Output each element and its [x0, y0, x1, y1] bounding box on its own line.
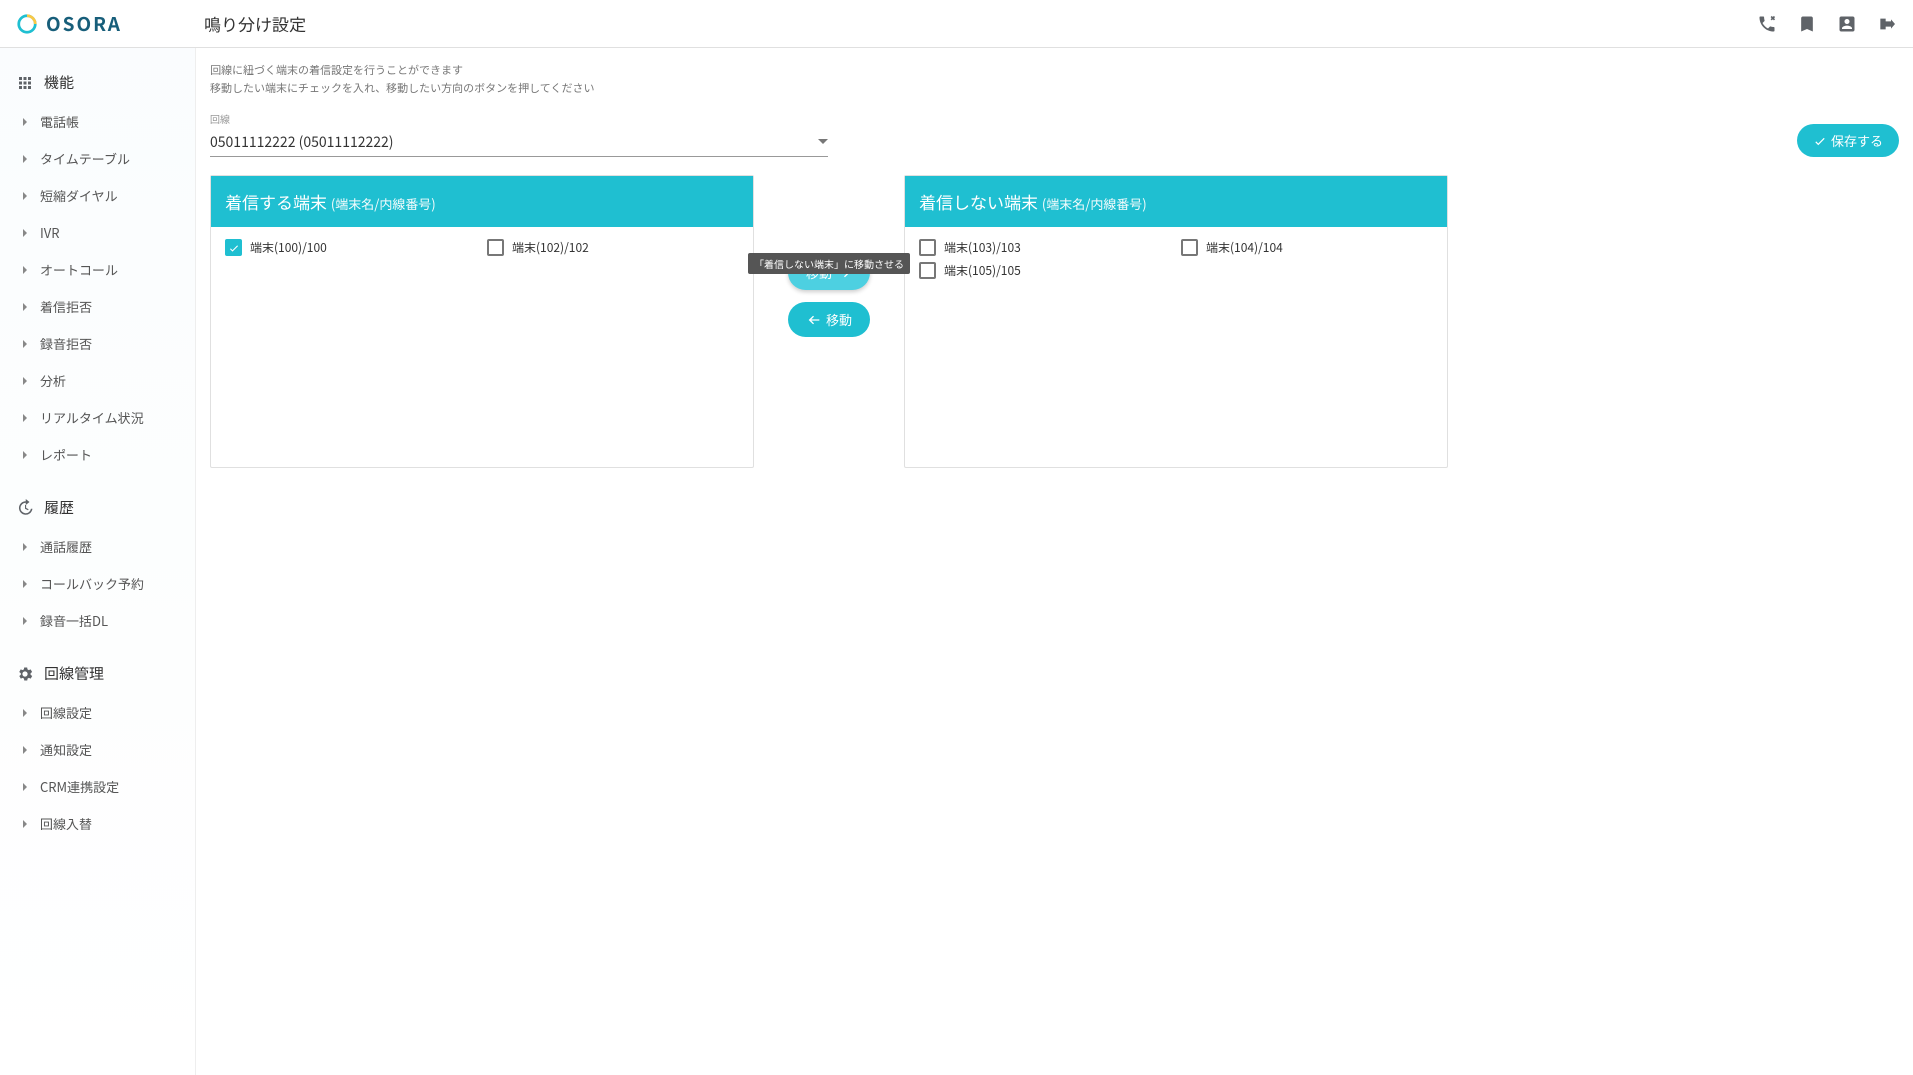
- page-title: 鳴り分け設定: [204, 11, 306, 36]
- sidebar-history-item-2[interactable]: 録音一括DL: [0, 602, 195, 639]
- noreceive-item-0[interactable]: 端末(103)/103: [919, 239, 1171, 256]
- sidebar-line-item-1[interactable]: 通知設定: [0, 731, 195, 768]
- chevron-right-icon: [20, 745, 30, 755]
- checkbox[interactable]: [1181, 239, 1198, 256]
- arrow-left-icon: [806, 312, 822, 328]
- chevron-right-icon: [20, 819, 30, 829]
- history-icon: [16, 499, 34, 517]
- sidebar-features-item-9[interactable]: レポート: [0, 436, 195, 473]
- tooltip-move-right: 「着信しない端末」に移動させる: [748, 253, 910, 274]
- sidebar-section-features: 機能: [0, 62, 195, 103]
- chevron-right-icon: [20, 782, 30, 792]
- logout-icon[interactable]: [1877, 14, 1897, 34]
- sidebar-features-item-3[interactable]: IVR: [0, 214, 195, 251]
- line-select[interactable]: 05011112222 (05011112222): [210, 128, 828, 157]
- checkbox-label: 端末(102)/102: [512, 239, 589, 256]
- noreceive-item-2[interactable]: 端末(105)/105: [919, 262, 1171, 279]
- checkbox[interactable]: [919, 239, 936, 256]
- checkbox[interactable]: [919, 262, 936, 279]
- chevron-right-icon: [20, 339, 30, 349]
- logo[interactable]: OSORA: [16, 10, 196, 37]
- line-label: 回線: [210, 111, 828, 126]
- panel-receive-header: 着信する端末 (端末名/内線番号): [211, 176, 753, 227]
- chevron-right-icon: [20, 302, 30, 312]
- account-icon[interactable]: [1837, 14, 1857, 34]
- caret-down-icon: [818, 137, 828, 147]
- checkbox-label: 端末(104)/104: [1206, 239, 1283, 256]
- noreceive-item-1[interactable]: 端末(104)/104: [1181, 239, 1433, 256]
- apps-icon: [16, 74, 34, 92]
- panel-receive: 着信する端末 (端末名/内線番号) 端末(100)/100 端末(102)/102: [210, 175, 754, 468]
- sidebar-features-item-5[interactable]: 着信拒否: [0, 288, 195, 325]
- chevron-right-icon: [20, 376, 30, 386]
- sidebar-line-item-2[interactable]: CRM連携設定: [0, 768, 195, 805]
- sidebar-section-line: 回線管理: [0, 653, 195, 694]
- phone-settings-icon[interactable]: [1757, 14, 1777, 34]
- checkbox[interactable]: [225, 239, 242, 256]
- sidebar-features-item-1[interactable]: タイムテーブル: [0, 140, 195, 177]
- chevron-right-icon: [20, 616, 30, 626]
- chevron-right-icon: [20, 191, 30, 201]
- chevron-right-icon: [20, 579, 30, 589]
- panel-noreceive: 着信しない端末 (端末名/内線番号) 端末(103)/103 端末(104)/10…: [904, 175, 1448, 468]
- chevron-right-icon: [20, 117, 30, 127]
- receive-item-0[interactable]: 端末(100)/100: [225, 239, 477, 256]
- bookmark-icon[interactable]: [1797, 14, 1817, 34]
- checkbox-label: 端末(100)/100: [250, 239, 327, 256]
- sidebar-features-item-7[interactable]: 分析: [0, 362, 195, 399]
- sidebar-line-item-3[interactable]: 回線入替: [0, 805, 195, 842]
- move-controls: 「着信しない端末」に移動させる 移動 移動: [754, 175, 904, 337]
- checkbox[interactable]: [487, 239, 504, 256]
- sidebar-features-item-2[interactable]: 短縮ダイヤル: [0, 177, 195, 214]
- sidebar-history-item-1[interactable]: コールバック予約: [0, 565, 195, 602]
- panel-noreceive-header: 着信しない端末 (端末名/内線番号): [905, 176, 1447, 227]
- chevron-right-icon: [20, 413, 30, 423]
- receive-item-1[interactable]: 端末(102)/102: [487, 239, 739, 256]
- sidebar-features-item-6[interactable]: 録音拒否: [0, 325, 195, 362]
- move-left-button[interactable]: 移動: [788, 302, 870, 337]
- checkbox-label: 端末(105)/105: [944, 262, 1021, 279]
- chevron-right-icon: [20, 450, 30, 460]
- sidebar-features-item-4[interactable]: オートコール: [0, 251, 195, 288]
- app-header: OSORA 鳴り分け設定: [0, 0, 1913, 48]
- save-button[interactable]: 保存する: [1797, 124, 1899, 157]
- chevron-right-icon: [20, 228, 30, 238]
- sidebar-line-item-0[interactable]: 回線設定: [0, 694, 195, 731]
- sidebar-features-item-0[interactable]: 電話帳: [0, 103, 195, 140]
- chevron-right-icon: [20, 154, 30, 164]
- logo-icon: [16, 13, 38, 35]
- sidebar-features-item-8[interactable]: リアルタイム状況: [0, 399, 195, 436]
- sidebar-history-item-0[interactable]: 通話履歴: [0, 528, 195, 565]
- sidebar: 機能 電話帳タイムテーブル短縮ダイヤルIVRオートコール着信拒否録音拒否分析リア…: [0, 48, 196, 1075]
- line-value: 05011112222 (05011112222): [210, 132, 818, 152]
- check-icon: [1813, 134, 1827, 148]
- logo-text: OSORA: [46, 10, 122, 37]
- main-content: 回線に紐づく端末の着信設定を行うことができます 移動したい端末にチェックを入れ、…: [196, 48, 1913, 1075]
- chevron-right-icon: [20, 542, 30, 552]
- description: 回線に紐づく端末の着信設定を行うことができます 移動したい端末にチェックを入れ、…: [210, 62, 1899, 97]
- checkbox-label: 端末(103)/103: [944, 239, 1021, 256]
- sidebar-section-history: 履歴: [0, 487, 195, 528]
- gear-icon: [16, 665, 34, 683]
- chevron-right-icon: [20, 265, 30, 275]
- chevron-right-icon: [20, 708, 30, 718]
